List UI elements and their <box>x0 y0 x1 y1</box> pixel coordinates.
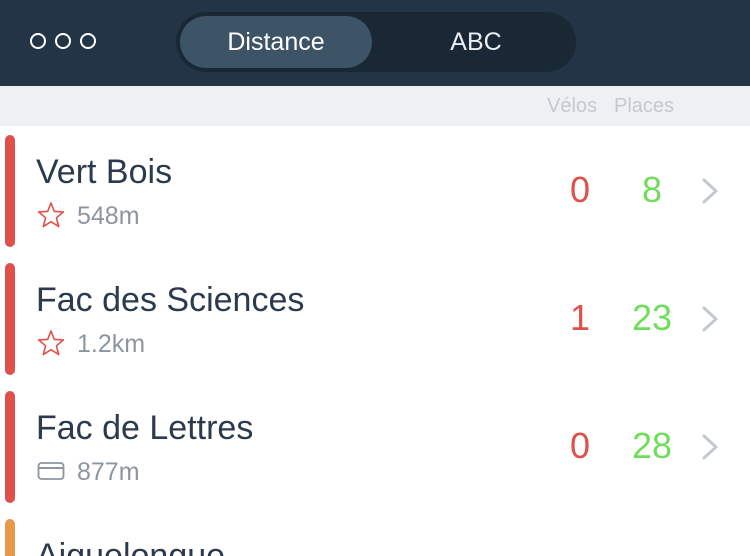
column-label-places: Places <box>614 95 675 117</box>
station-row[interactable]: Vert Bois 548m 0 8 <box>0 129 750 257</box>
status-bar <box>5 519 15 556</box>
more-options-icon[interactable] <box>30 32 96 50</box>
status-bar <box>5 391 15 503</box>
star-icon[interactable] <box>37 329 65 357</box>
station-name: Fac des Sciences <box>36 281 305 319</box>
places-count: 28 <box>631 425 673 466</box>
sort-segmented-control: Distance ABC <box>176 12 576 72</box>
chevron-right-icon <box>698 433 722 461</box>
chevron-right-icon <box>698 177 722 205</box>
bikes-count: 0 <box>569 425 591 466</box>
dot <box>80 33 96 49</box>
station-row[interactable]: Fac des Sciences 1.2km 1 23 <box>0 257 750 385</box>
tab-abc[interactable]: ABC <box>380 16 572 68</box>
column-label-velos: Vélos <box>547 95 598 117</box>
top-bar: Distance ABC <box>0 0 750 86</box>
dot <box>30 33 46 49</box>
chevron-right-icon <box>698 305 722 333</box>
bikes-count: 0 <box>569 169 591 210</box>
status-bar <box>5 135 15 247</box>
places-count: 8 <box>641 169 663 210</box>
station-row[interactable]: Fac de Lettres 877m 0 28 <box>0 385 750 513</box>
dot <box>55 33 71 49</box>
card-icon <box>37 457 65 485</box>
status-bar <box>5 263 15 375</box>
station-name: Fac de Lettres <box>36 409 254 447</box>
star-icon[interactable] <box>37 201 65 229</box>
station-distance: 548m <box>77 202 140 230</box>
column-header: Vélos Places <box>0 86 750 126</box>
station-distance: 1.2km <box>77 330 146 358</box>
bikes-count: 1 <box>569 297 591 338</box>
station-distance: 877m <box>77 458 140 486</box>
station-name: Vert Bois <box>36 153 173 191</box>
station-row[interactable]: Aiguelongue <box>0 513 750 556</box>
station-name: Aiguelongue <box>36 537 226 556</box>
tab-distance[interactable]: Distance <box>180 16 372 68</box>
places-count: 23 <box>631 297 673 338</box>
